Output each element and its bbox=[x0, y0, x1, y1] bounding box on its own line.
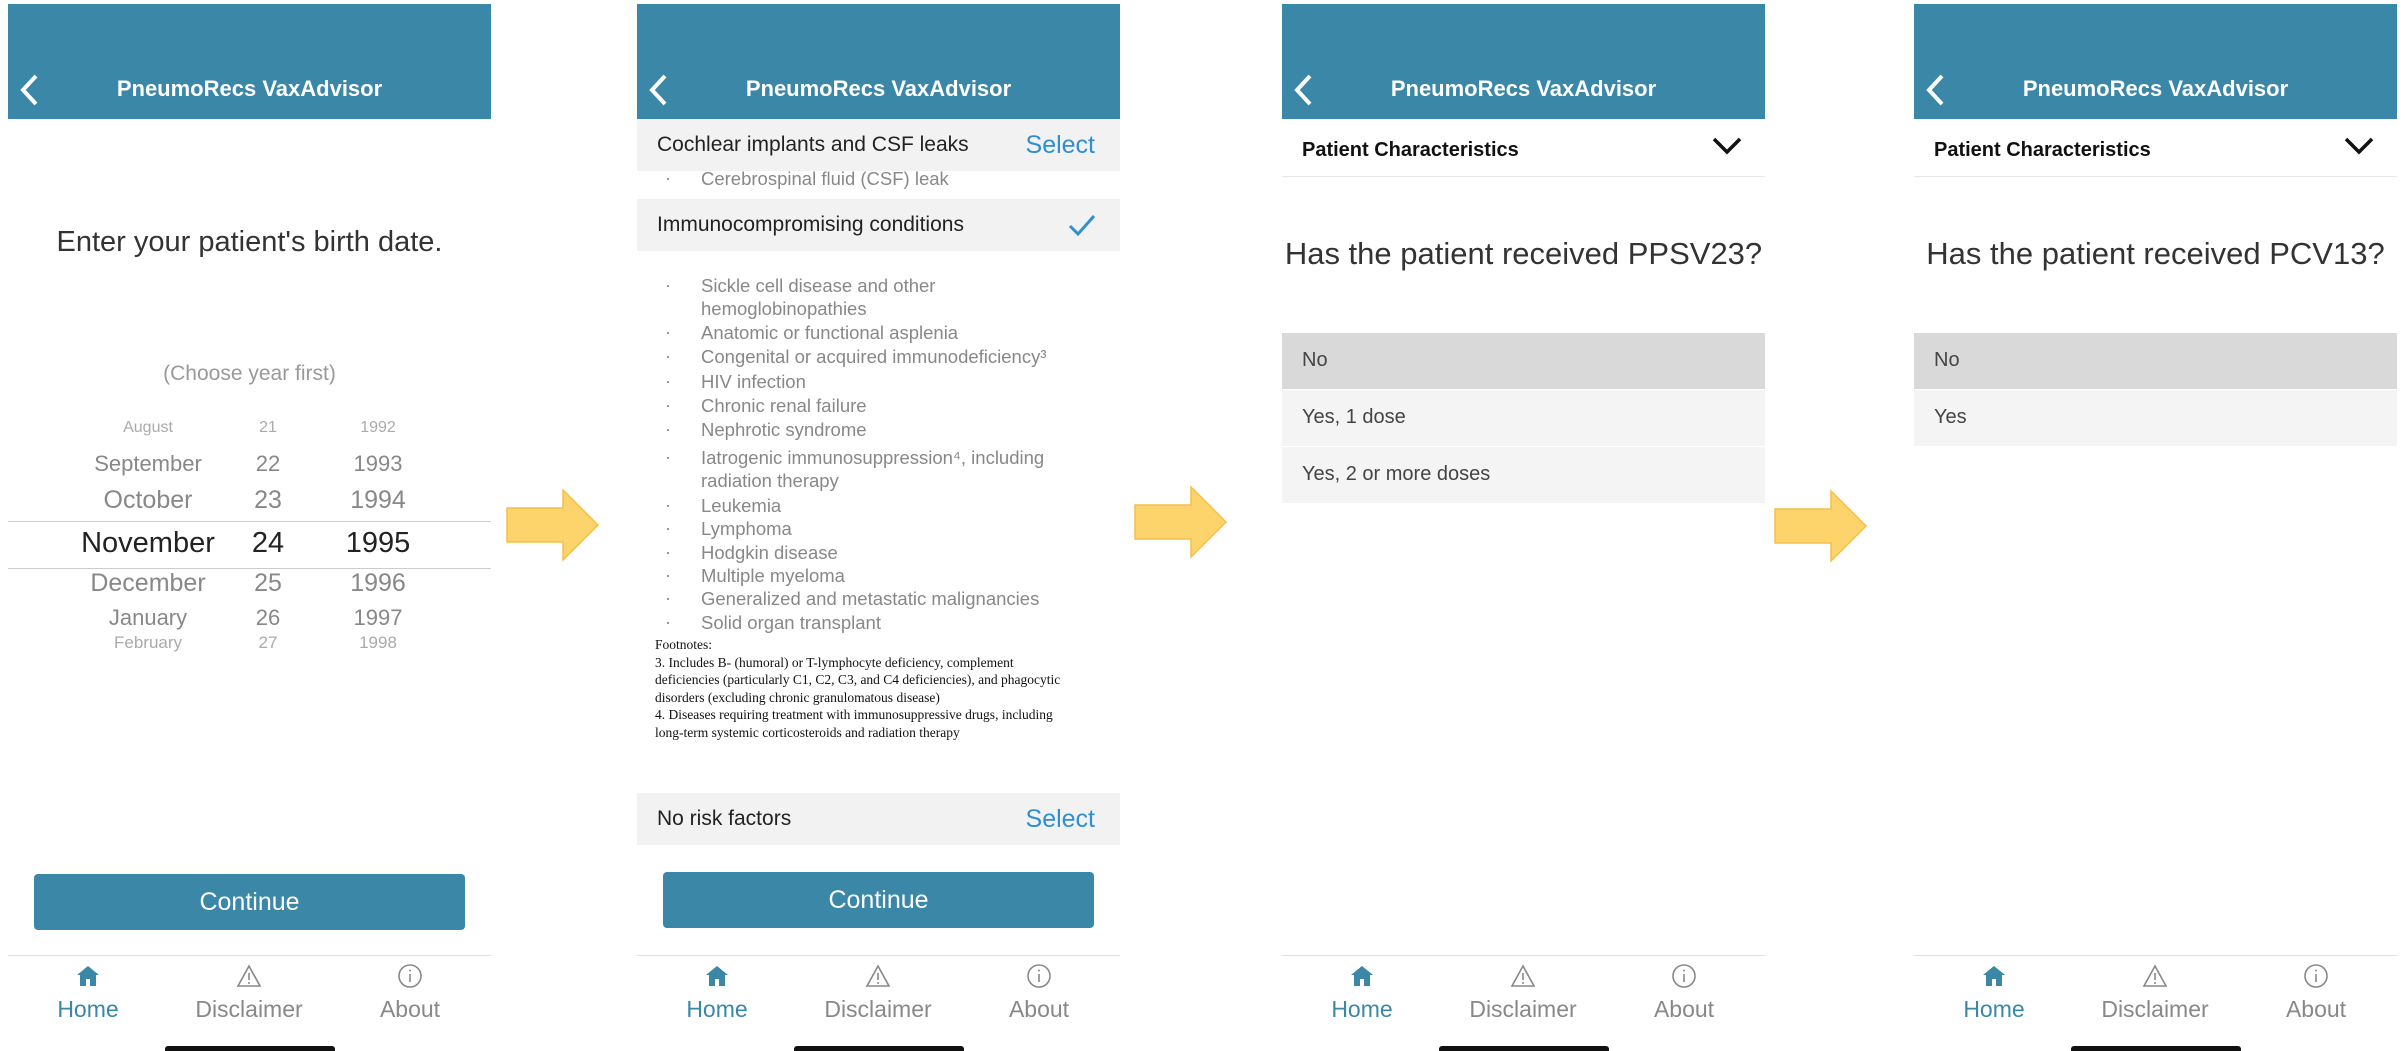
tab-about[interactable]: About bbox=[979, 962, 1099, 1023]
app-header: PneumoRecs VaxAdvisor bbox=[1914, 4, 2397, 119]
picker-row[interactable]: September 22 1993 bbox=[8, 451, 491, 481]
section-title: No risk factors bbox=[657, 807, 792, 830]
tab-about[interactable]: About bbox=[1624, 962, 1744, 1023]
tab-home[interactable]: Home bbox=[657, 962, 777, 1023]
section-title: Immunocompromising conditions bbox=[657, 213, 964, 236]
section-no-risk-factors[interactable]: No risk factors Select bbox=[637, 793, 1120, 845]
flow-arrow-icon bbox=[1774, 489, 1868, 563]
home-indicator bbox=[2070, 1046, 2241, 1051]
question-text: Has the patient received PPSV23? bbox=[1284, 236, 1763, 271]
home-icon bbox=[1351, 966, 1373, 986]
info-icon bbox=[398, 964, 422, 988]
tab-disclaimer[interactable]: Disclaimer bbox=[1463, 962, 1583, 1023]
tab-about[interactable]: About bbox=[350, 962, 470, 1023]
app-title: PneumoRecs VaxAdvisor bbox=[745, 76, 1012, 101]
warning-icon bbox=[236, 964, 262, 987]
option-yes-2-or-more[interactable]: Yes, 2 or more doses bbox=[1282, 447, 1765, 504]
flow-arrow-icon bbox=[506, 488, 600, 562]
app-header: PneumoRecs VaxAdvisor bbox=[8, 4, 491, 119]
footnotes: Footnotes: 3. Includes B- (humoral) or T… bbox=[655, 637, 1061, 740]
app-title: PneumoRecs VaxAdvisor bbox=[116, 76, 383, 101]
flow-arrow-icon bbox=[1134, 485, 1228, 559]
tab-label: Home bbox=[686, 996, 748, 1022]
patient-characteristics-title: Patient Characteristics bbox=[1302, 139, 1519, 161]
picker-row[interactable]: October 23 1994 bbox=[8, 486, 491, 516]
patient-characteristics-title: Patient Characteristics bbox=[1934, 139, 2151, 161]
patient-characteristics-toggle[interactable]: Patient Characteristics bbox=[1282, 119, 1765, 177]
tab-label: Disclaimer bbox=[2101, 996, 2209, 1022]
option-no[interactable]: No bbox=[1914, 333, 2397, 390]
home-indicator bbox=[164, 1046, 335, 1051]
tab-label: Disclaimer bbox=[824, 996, 932, 1022]
tab-disclaimer[interactable]: Disclaimer bbox=[2095, 962, 2215, 1023]
picker-row[interactable]: December 25 1996 bbox=[8, 569, 491, 599]
birth-date-hint: (Choose year first) bbox=[163, 362, 336, 385]
home-icon bbox=[1983, 966, 2005, 986]
info-icon bbox=[1027, 964, 1051, 988]
warning-icon bbox=[1510, 964, 1536, 987]
tab-home[interactable]: Home bbox=[28, 962, 148, 1023]
home-indicator bbox=[793, 1046, 964, 1051]
checkmark-icon bbox=[1068, 215, 1096, 237]
tab-label: About bbox=[2285, 996, 2347, 1022]
app-title: PneumoRecs VaxAdvisor bbox=[2022, 76, 2289, 101]
info-icon bbox=[1672, 964, 1696, 988]
tab-bar: Home Disclaimer About bbox=[8, 955, 491, 1051]
tab-about[interactable]: About bbox=[2256, 962, 2376, 1023]
tab-label: Disclaimer bbox=[195, 996, 303, 1022]
tab-label: Home bbox=[1331, 996, 1393, 1022]
date-picker[interactable]: August 21 1992 September 22 1993 October… bbox=[8, 419, 491, 659]
chevron-down-icon bbox=[1712, 137, 1742, 155]
screen-risk-factors: PneumoRecs VaxAdvisor Cochlear implants … bbox=[637, 4, 1120, 1051]
tab-label: Home bbox=[1963, 996, 2025, 1022]
patient-characteristics-toggle[interactable]: Patient Characteristics bbox=[1914, 119, 2397, 177]
app-header: PneumoRecs VaxAdvisor bbox=[637, 4, 1120, 119]
option-no[interactable]: No bbox=[1282, 333, 1765, 390]
tab-bar: Home Disclaimer About bbox=[1914, 955, 2397, 1051]
picker-row-selected[interactable]: November 24 1995 bbox=[8, 527, 491, 563]
picker-row[interactable]: February 27 1998 bbox=[8, 633, 491, 653]
tab-label: About bbox=[379, 996, 441, 1022]
screen-birth-date: PneumoRecs VaxAdvisor Enter your patient… bbox=[8, 4, 491, 1051]
tab-label: About bbox=[1008, 996, 1070, 1022]
continue-button[interactable]: Continue bbox=[663, 872, 1094, 928]
tab-disclaimer[interactable]: Disclaimer bbox=[818, 962, 938, 1023]
home-icon bbox=[706, 966, 728, 986]
screen-pcv13: PneumoRecs VaxAdvisor Patient Characteri… bbox=[1914, 4, 2397, 1051]
option-yes-1-dose[interactable]: Yes, 1 dose bbox=[1282, 390, 1765, 447]
warning-icon bbox=[2142, 964, 2168, 987]
app-title: PneumoRecs VaxAdvisor bbox=[1390, 76, 1657, 101]
tab-disclaimer[interactable]: Disclaimer bbox=[189, 962, 309, 1023]
app-header: PneumoRecs VaxAdvisor bbox=[1282, 4, 1765, 119]
section-immunocompromising[interactable]: Immunocompromising conditions bbox=[637, 199, 1120, 251]
info-icon bbox=[2304, 964, 2328, 988]
home-icon bbox=[77, 966, 99, 986]
question-text: Has the patient received PCV13? bbox=[1926, 236, 2385, 271]
select-button[interactable]: Select bbox=[1026, 805, 1095, 834]
tab-label: About bbox=[1653, 996, 1715, 1022]
tab-bar: Home Disclaimer About bbox=[1282, 955, 1765, 1051]
tab-label: Disclaimer bbox=[1469, 996, 1577, 1022]
picker-row[interactable]: January 26 1997 bbox=[8, 605, 491, 635]
option-yes[interactable]: Yes bbox=[1914, 390, 2397, 447]
tab-home[interactable]: Home bbox=[1302, 962, 1422, 1023]
picker-row[interactable]: August 21 1992 bbox=[8, 419, 491, 439]
section-title: Cochlear implants and CSF leaks bbox=[657, 133, 969, 156]
screen-ppsv23: PneumoRecs VaxAdvisor Patient Characteri… bbox=[1282, 4, 1765, 1051]
section-cochlear[interactable]: Cochlear implants and CSF leaks Select bbox=[637, 119, 1120, 171]
tab-bar: Home Disclaimer About bbox=[637, 955, 1120, 1051]
select-button[interactable]: Select bbox=[1026, 131, 1095, 160]
tab-home[interactable]: Home bbox=[1934, 962, 2054, 1023]
warning-icon bbox=[865, 964, 891, 987]
continue-button[interactable]: Continue bbox=[34, 874, 465, 930]
tab-label: Home bbox=[57, 996, 119, 1022]
home-indicator bbox=[1438, 1046, 1609, 1051]
birth-date-prompt: Enter your patient's birth date. bbox=[56, 226, 443, 258]
chevron-down-icon bbox=[2344, 137, 2374, 155]
